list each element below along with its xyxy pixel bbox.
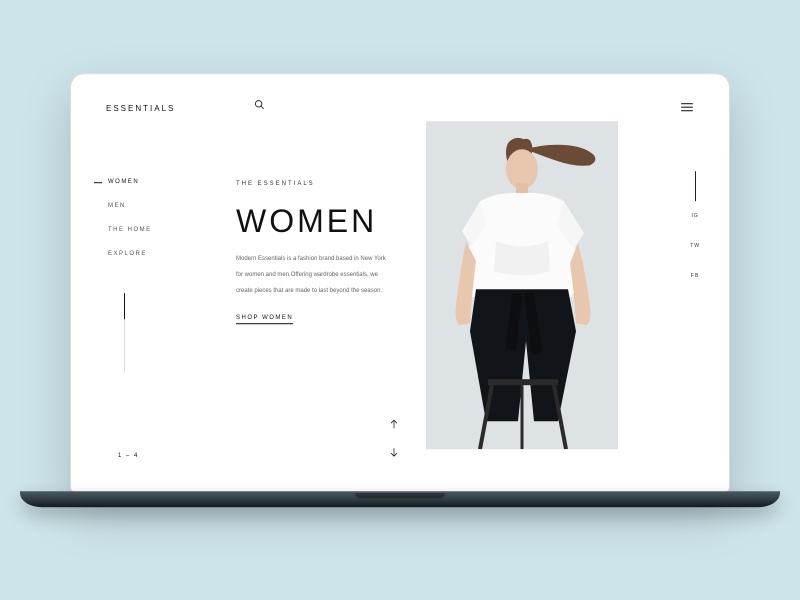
page-counter: 1 – 4: [118, 453, 139, 459]
menu-icon[interactable]: [680, 99, 694, 117]
search-icon[interactable]: [254, 97, 265, 115]
page-title: WOMEN: [236, 203, 416, 240]
social-facebook[interactable]: FB: [691, 273, 699, 279]
laptop-base: [20, 491, 780, 507]
scroll-progress: [124, 293, 125, 373]
social-twitter[interactable]: TW: [690, 243, 700, 249]
arrow-down-icon[interactable]: [388, 445, 400, 457]
sidebar-item-men[interactable]: MEN: [108, 203, 152, 209]
sidebar-item-explore[interactable]: EXPLORE: [108, 251, 152, 257]
hero-image: [426, 121, 618, 449]
sidebar-item-home[interactable]: THE HOME: [108, 227, 152, 233]
body-line-2: for women and men.Offering wardrobe esse…: [236, 270, 416, 280]
social-rail: IG TW FB: [690, 213, 700, 279]
eyebrow: THE ESSENTIALS: [236, 181, 416, 187]
shop-women-link[interactable]: SHOP WOMEN: [236, 315, 293, 324]
header: ESSENTIALS: [106, 99, 694, 117]
sidebar-nav: WOMEN MEN THE HOME EXPLORE: [108, 179, 152, 257]
app-screen: ESSENTIALS WOMEN MEN THE HOME EXPLORE 1 …: [70, 73, 730, 493]
body-line-3: create pieces that are made to last beyo…: [236, 287, 416, 297]
sidebar-item-women[interactable]: WOMEN: [108, 179, 152, 185]
logo[interactable]: ESSENTIALS: [106, 104, 175, 113]
social-instagram[interactable]: IG: [691, 213, 698, 219]
body-line-1: Modern Essentials is a fashion brand bas…: [236, 254, 416, 264]
arrow-up-icon[interactable]: [388, 417, 400, 429]
hero-content: THE ESSENTIALS WOMEN Modern Essentials i…: [236, 181, 416, 324]
slide-arrows: [388, 417, 400, 457]
